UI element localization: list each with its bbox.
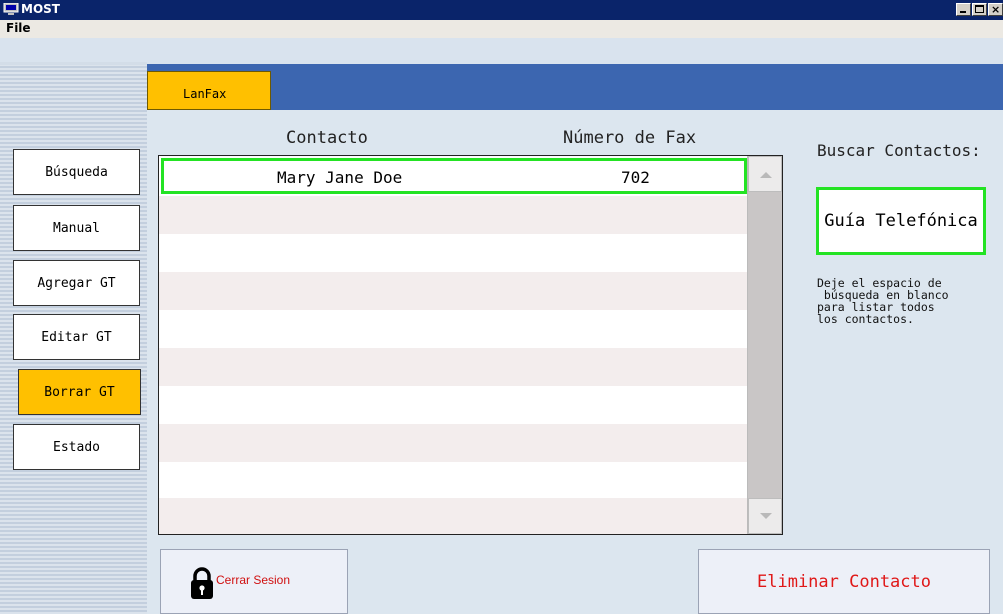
table-row[interactable]: Mary Jane Doe 702 <box>161 158 747 194</box>
table-row-empty <box>159 196 747 234</box>
table-row-empty <box>159 498 747 534</box>
table-row-empty <box>159 272 747 310</box>
monitor-icon <box>3 3 19 15</box>
scroll-down-button[interactable] <box>748 498 782 534</box>
fax-number-cell: 702 <box>621 168 650 187</box>
phonebook-button[interactable]: Guía Telefónica <box>816 187 986 255</box>
table-row-empty <box>159 348 747 386</box>
nav-agregar-gt-button[interactable]: Agregar GT <box>13 260 140 306</box>
nav-borrar-gt-button[interactable]: Borrar GT <box>18 369 141 415</box>
column-header-fax: Número de Fax <box>563 128 697 148</box>
maximize-icon <box>975 5 984 13</box>
tab-lanfax[interactable]: LanFax <box>147 71 271 110</box>
nav-manual-button[interactable]: Manual <box>13 205 140 251</box>
tab-strip: LanFax <box>147 64 1003 110</box>
scroll-up-button[interactable] <box>748 156 782 192</box>
column-header-contact: Contacto <box>286 128 368 148</box>
search-hint-text: Deje el espacio de búsqueda en blanco pa… <box>817 276 949 326</box>
menu-file[interactable]: File <box>6 21 31 35</box>
logout-button[interactable]: Cerrar Sesion <box>160 549 348 614</box>
close-button[interactable]: × <box>988 3 1003 16</box>
contact-name-cell: Mary Jane Doe <box>277 168 403 187</box>
triangle-down-icon <box>760 513 772 519</box>
contacts-table: Mary Jane Doe 702 <box>158 155 783 535</box>
maximize-button[interactable] <box>972 3 987 16</box>
table-row-empty <box>159 234 747 272</box>
sidebar-divider <box>0 62 147 65</box>
logout-label: Cerrar Sesion <box>216 573 291 587</box>
vertical-scrollbar[interactable] <box>747 156 782 534</box>
menu-bar: File <box>0 20 1003 38</box>
window-title: MOST <box>21 2 60 16</box>
minimize-button[interactable] <box>956 3 971 16</box>
triangle-up-icon <box>760 172 772 178</box>
table-row-empty <box>159 386 747 424</box>
search-contacts-label: Buscar Contactos: <box>817 141 981 160</box>
nav-busqueda-button[interactable]: Búsqueda <box>13 149 140 195</box>
close-icon: × <box>991 3 1001 16</box>
table-row-empty <box>159 310 747 348</box>
table-row-empty <box>159 424 747 462</box>
nav-estado-button[interactable]: Estado <box>13 424 140 470</box>
table-row-empty <box>159 462 747 500</box>
lock-icon <box>191 567 213 599</box>
title-bar: MOST × <box>0 0 1003 20</box>
minimize-icon <box>960 11 966 13</box>
delete-contact-button[interactable]: Eliminar Contacto <box>698 549 990 614</box>
nav-editar-gt-button[interactable]: Editar GT <box>13 314 140 360</box>
